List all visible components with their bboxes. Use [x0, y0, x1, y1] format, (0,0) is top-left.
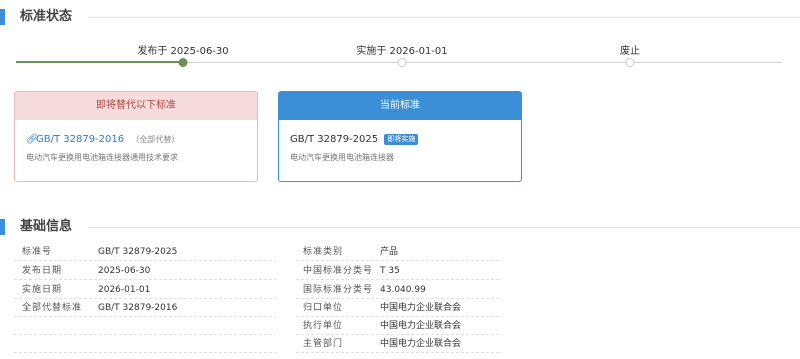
info-row: 全部代替标准 GB/T 32879-2016 归口单位 中国电力企业联合会 — [14, 299, 782, 317]
info-label: 标准类别 — [303, 247, 344, 257]
info-value: T 35 — [380, 266, 400, 276]
row-separator — [296, 260, 502, 261]
replaced-scope: （全部代替） — [131, 135, 180, 144]
row-separator — [14, 352, 276, 353]
info-label: 中国标准分类号 — [303, 266, 374, 276]
info-value-link[interactable]: 中国电力企业联合会 — [380, 317, 461, 335]
info-value: GB/T 32879-2025 — [98, 247, 178, 257]
row-separator — [296, 279, 502, 280]
info-value: 2026-01-01 — [98, 285, 151, 295]
info-value: 43.040.99 — [380, 285, 426, 295]
info-value: 产品 — [380, 247, 399, 257]
status-badge: 即将实施 — [384, 134, 419, 145]
info-label: 执行单位 — [303, 321, 344, 331]
current-standard-desc: 电动汽车更换用电池箱连接器 — [290, 153, 394, 162]
timeline-progress — [16, 61, 183, 63]
row-separator — [296, 352, 502, 353]
info-label: 实施日期 — [22, 285, 63, 295]
info-row: 主管部门 中国电力企业联合会 — [14, 335, 782, 353]
row-separator — [14, 260, 276, 261]
timeline-abolished-dot — [625, 58, 635, 67]
timeline-implemented-dot — [397, 58, 407, 67]
section-accent-bar — [0, 219, 5, 235]
info-row: 发布日期 2025-06-30 中国标准分类号 T 35 — [14, 262, 782, 280]
timeline-published-label: 发布于 2025-06-30 — [137, 46, 229, 57]
basic-section-header: 基础信息 — [0, 217, 800, 237]
replaced-standard-line: 🔗︎GB/T 32879-2016 （全部代替） — [26, 134, 179, 145]
info-value-link[interactable]: 中国电力企业联合会 — [380, 299, 461, 317]
replaced-card-header: 即将替代以下标准 — [15, 92, 257, 120]
section-divider — [88, 17, 800, 18]
section-divider — [88, 227, 800, 228]
status-section-header: 标准状态 — [0, 7, 800, 27]
timeline-published-dot — [178, 58, 188, 67]
info-value: 2025-06-30 — [98, 266, 151, 276]
timeline-implemented-label: 实施于 2026-01-01 — [356, 46, 448, 57]
info-label: 发布日期 — [22, 266, 63, 276]
info-label: 国际标准分类号 — [303, 285, 374, 295]
info-value: GB/T 32879-2016 — [98, 303, 178, 313]
info-value-link[interactable]: 中国电力企业联合会 — [380, 335, 461, 353]
current-standard-line: GB/T 32879-2025 即将实施 — [290, 134, 419, 145]
replaced-standard-card: 即将替代以下标准 🔗︎GB/T 32879-2016 （全部代替） 电动汽车更换… — [14, 91, 258, 182]
section-accent-bar — [0, 9, 5, 25]
info-label: 归口单位 — [303, 303, 344, 313]
row-separator — [14, 279, 276, 280]
current-standard-card: 当前标准 GB/T 32879-2025 即将实施 电动汽车更换用电池箱连接器 — [278, 91, 522, 182]
replaced-standard-desc: 电动汽车更换用电池箱连接器通用技术要求 — [26, 153, 178, 162]
info-row: 标准号 GB/T 32879-2025 标准类别 产品 — [14, 243, 782, 261]
status-section-title: 标准状态 — [20, 9, 73, 24]
info-row: 执行单位 中国电力企业联合会 — [14, 317, 782, 335]
basic-section-title: 基础信息 — [20, 219, 73, 234]
info-row: 实施日期 2026-01-01 国际标准分类号 43.040.99 — [14, 281, 782, 299]
info-label: 全部代替标准 — [22, 303, 83, 313]
timeline-abolished-label: 废止 — [620, 46, 640, 57]
current-card-header: 当前标准 — [279, 92, 521, 120]
info-label: 标准号 — [22, 247, 53, 257]
current-standard-number: GB/T 32879-2025 — [290, 134, 379, 145]
link-icon: 🔗︎ — [26, 134, 39, 145]
replaced-standard-link[interactable]: GB/T 32879-2016 — [36, 134, 124, 145]
info-label: 主管部门 — [303, 339, 344, 349]
